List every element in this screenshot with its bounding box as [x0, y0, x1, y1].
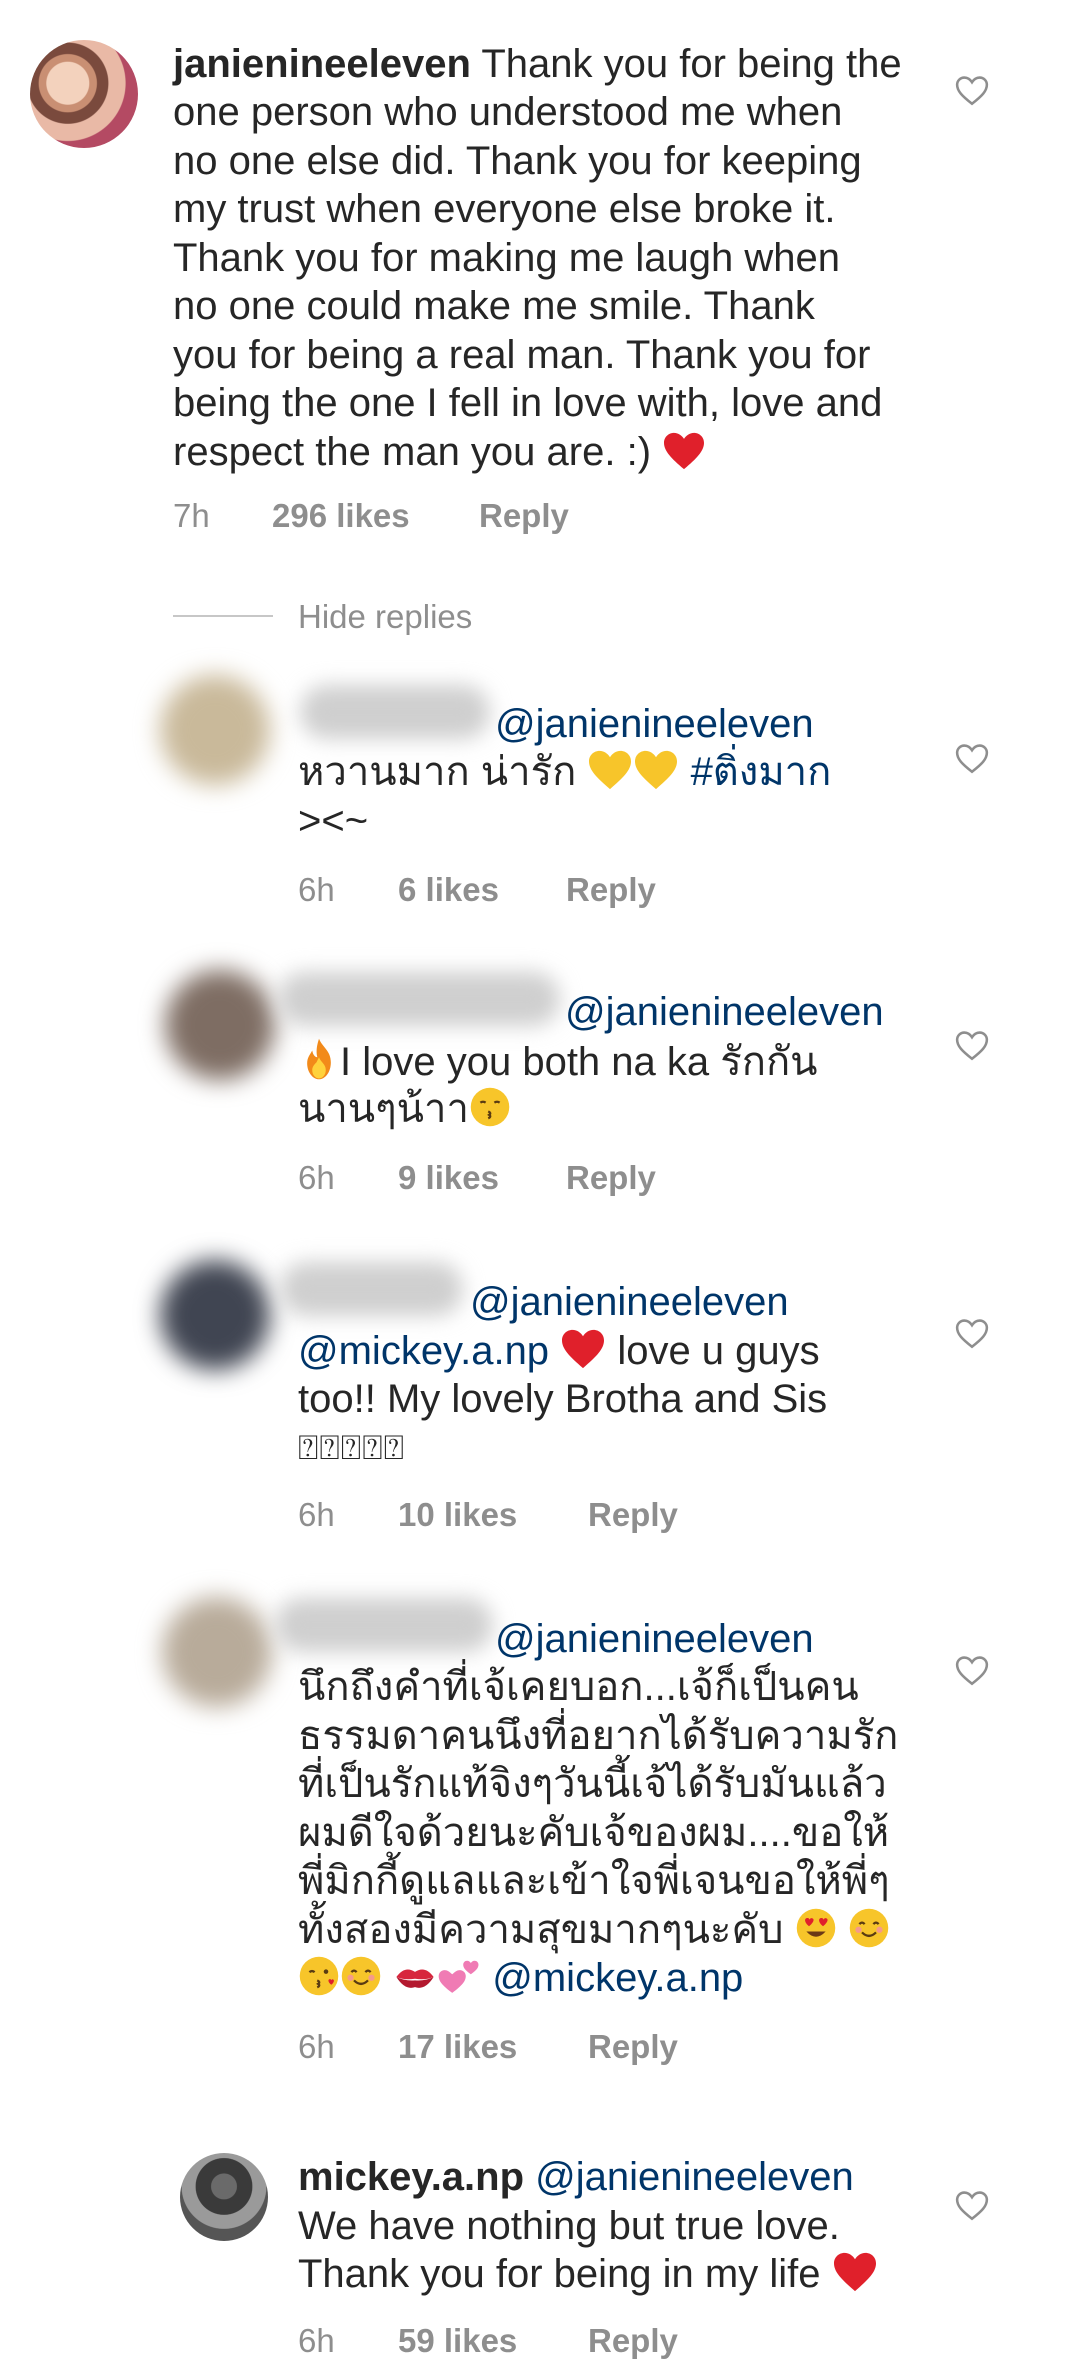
- reply-4-line-2: ธรรมดาคนนึงที่อยากได้รับความรัก: [298, 1714, 899, 1758]
- avatar-janienineeleven[interactable]: [30, 40, 138, 148]
- avatar-reply-3[interactable]: [160, 1260, 270, 1370]
- reply-1-line-1: หวานมาก น่ารัก #ติ่งมาก: [298, 749, 832, 794]
- reply-5-meta: 6h 59 likes Reply: [298, 2322, 698, 2362]
- reply-4-mention-2[interactable]: @mickey.a.np: [492, 1956, 743, 2000]
- reply-1-line-2: ><~: [298, 799, 369, 843]
- like-heart-icon[interactable]: [955, 2190, 989, 2222]
- comment-time: 7h: [173, 497, 210, 534]
- blurred-username-3[interactable]: [280, 1262, 463, 1316]
- reply-5-mention[interactable]: @janienineeleven: [535, 2155, 854, 2199]
- reply-4-mention[interactable]: @janienineeleven: [495, 1615, 814, 1664]
- reply-3-line-2: too!! My lovely Brotha and Sis: [298, 1377, 828, 1421]
- comment-line-6: no one could make me smile. Thank: [173, 284, 815, 328]
- reply-4-line-3: ที่เป็นรักแท้จิงๆวันนี้เจ้ได้รับมันแล้ว: [298, 1762, 887, 1806]
- avatar-mickey[interactable]: [180, 2153, 268, 2241]
- replies-divider: [173, 615, 273, 617]
- blurred-username-1[interactable]: [300, 685, 490, 739]
- reply-1-likes[interactable]: 6 likes: [398, 871, 499, 909]
- reply-3-line-1: @mickey.a.np love u guys: [298, 1328, 820, 1373]
- reply-1-meta: 6h 6 likes Reply: [298, 871, 698, 911]
- hide-replies-button[interactable]: Hide replies: [298, 598, 472, 636]
- reply-4-likes[interactable]: 17 likes: [398, 2028, 517, 2066]
- comment-line-4: my trust when everyone else broke it.: [173, 187, 836, 231]
- reply-3-meta: 6h 10 likes Reply: [298, 1496, 698, 1536]
- avatar-reply-4[interactable]: [162, 1597, 272, 1707]
- red-heart-emoji: [560, 1328, 606, 1370]
- comment-line-9: respect the man you are. :): [173, 428, 706, 477]
- kissing-face-emoji: [469, 1086, 511, 1128]
- like-heart-icon[interactable]: [955, 1655, 989, 1687]
- reply-1-reply-button[interactable]: Reply: [566, 871, 656, 909]
- reply-3-reply-button[interactable]: Reply: [588, 1496, 678, 1534]
- reply-3-line-3: ⍰⍰⍰⍰⍰: [298, 1429, 405, 1467]
- avatar-reply-2[interactable]: [165, 970, 275, 1080]
- avatar-reply-1[interactable]: [160, 675, 270, 785]
- reply-4-time: 6h: [298, 2028, 335, 2065]
- red-heart-emoji: [832, 2251, 878, 2293]
- blurred-username-4[interactable]: [275, 1598, 493, 1652]
- comment-line-8: being the one I fell in love with, love …: [173, 381, 883, 425]
- kiss-wink-emoji: [298, 1955, 340, 1997]
- reply-5-reply-button[interactable]: Reply: [588, 2322, 678, 2360]
- comment-line-1: janienineeleven Thank you for being the: [173, 42, 902, 86]
- reply-4-line-6: ทั้งสองมีความสุขมากๆนะคับ: [298, 1906, 890, 1955]
- like-heart-icon[interactable]: [955, 1030, 989, 1062]
- comment-line-2: one person who understood me when: [173, 90, 843, 134]
- heart-eyes-emoji: [795, 1907, 837, 1949]
- comment-username[interactable]: janienineeleven: [173, 42, 471, 86]
- smiling-face-emoji: [848, 1907, 890, 1949]
- reply-4-meta: 6h 17 likes Reply: [298, 2028, 698, 2068]
- like-heart-icon[interactable]: [955, 75, 989, 107]
- reply-5-time: 6h: [298, 2322, 335, 2359]
- blurred-username-2[interactable]: [278, 972, 560, 1026]
- reply-4-reply-button[interactable]: Reply: [588, 2028, 678, 2066]
- comment-line-5: Thank you for making me laugh when: [173, 236, 841, 280]
- red-heart-emoji: [662, 431, 706, 471]
- reply-5-username[interactable]: mickey.a.np: [298, 2155, 524, 2199]
- reply-3-mention[interactable]: @janienineeleven: [470, 1278, 789, 1327]
- reply-2-meta: 6h 9 likes Reply: [298, 1159, 698, 1199]
- fire-emoji: [298, 1037, 340, 1081]
- reply-3-time: 6h: [298, 1496, 335, 1533]
- reply-5-line-0: mickey.a.np @janienineeleven: [298, 2153, 854, 2202]
- comment-reply-button[interactable]: Reply: [479, 497, 569, 535]
- reply-1-hashtag[interactable]: #ติ่งมาก: [691, 750, 832, 794]
- yellow-heart-emoji: [633, 749, 679, 791]
- reply-2-time: 6h: [298, 1159, 335, 1196]
- comment-line-7: you for being a real man. Thank you for: [173, 333, 871, 377]
- reply-2-mention[interactable]: @janienineeleven: [565, 988, 884, 1037]
- like-heart-icon[interactable]: [955, 743, 989, 775]
- reply-4-line-1: นึกถึงคำที่เจ้เคยบอก...เจ้ก็เป็นคน: [298, 1665, 859, 1709]
- reply-4-line-5: พี่มิกกี้ดูแลและเข้าใจพี่เจนขอให้พี่ๆ: [298, 1859, 890, 1903]
- reply-2-reply-button[interactable]: Reply: [566, 1159, 656, 1197]
- like-heart-icon[interactable]: [955, 1318, 989, 1350]
- reply-2-line-1: I love you both na ka รักกัน: [298, 1037, 818, 1087]
- reply-2-line-2: นานๆน้าา: [298, 1085, 511, 1134]
- comment-likes[interactable]: 296 likes: [272, 497, 410, 535]
- reply-4-line-7: @mickey.a.np: [298, 1954, 743, 2003]
- reply-3-mention-2[interactable]: @mickey.a.np: [298, 1329, 549, 1373]
- comment-line-3: no one else did. Thank you for keeping: [173, 139, 862, 183]
- reply-5-likes[interactable]: 59 likes: [398, 2322, 517, 2360]
- reply-2-likes[interactable]: 9 likes: [398, 1159, 499, 1197]
- reply-5-line-1: We have nothing but true love.: [298, 2204, 840, 2248]
- reply-1-time: 6h: [298, 871, 335, 908]
- yellow-heart-emoji: [587, 749, 633, 791]
- kiss-mark-emoji: [393, 1957, 437, 1997]
- smiling-face-emoji: [340, 1955, 382, 1997]
- reply-3-likes[interactable]: 10 likes: [398, 1496, 517, 1534]
- reply-5-line-2: Thank you for being in my life: [298, 2250, 878, 2299]
- comment-meta: 7h 296 likes Reply: [173, 497, 593, 537]
- reply-1-mention[interactable]: @janienineeleven: [495, 700, 814, 749]
- reply-4-line-4: ผมดีใจด้วยนะคับเจ้ของผม....ขอให้: [298, 1811, 890, 1855]
- two-hearts-emoji: [437, 1955, 481, 1997]
